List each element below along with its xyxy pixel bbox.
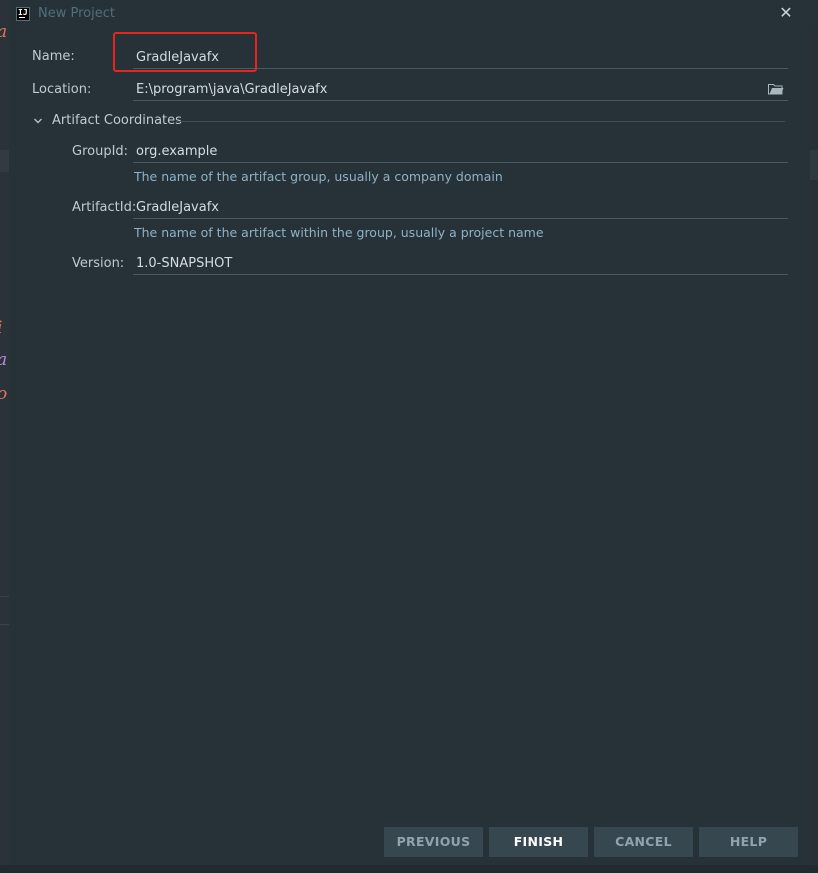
chevron-down-icon <box>34 118 42 124</box>
location-input[interactable]: E:\program\java\GradleJavafx <box>133 79 788 101</box>
folder-icon[interactable] <box>768 83 784 95</box>
background-line-highlight <box>0 150 9 172</box>
previous-button[interactable]: PREVIOUS <box>384 827 483 857</box>
finish-button[interactable]: FINISH <box>489 827 588 857</box>
background-editor-strip: a i a o <box>0 0 9 873</box>
background-divider <box>0 596 9 597</box>
artifact-id-hint: The name of the artifact within the grou… <box>134 225 544 240</box>
artifact-id-label: ArtifactId: <box>72 200 137 215</box>
section-divider <box>176 121 785 122</box>
background-code-fragment: a <box>0 22 7 42</box>
name-label: Name: <box>32 49 75 64</box>
title-bar[interactable]: IJ New Project ✕ <box>9 0 810 28</box>
help-button[interactable]: HELP <box>699 827 798 857</box>
background-right-strip <box>809 26 818 866</box>
cancel-button[interactable]: CANCEL <box>594 827 693 857</box>
close-icon[interactable]: ✕ <box>777 4 795 22</box>
group-id-label: GroupId: <box>72 144 129 159</box>
name-input[interactable]: GradleJavafx <box>133 47 788 69</box>
background-bottom-strip <box>0 865 818 873</box>
group-id-hint: The name of the artifact group, usually … <box>134 169 503 184</box>
group-id-input[interactable]: org.example <box>133 141 788 163</box>
location-label: Location: <box>32 82 92 97</box>
background-scroll-thumb <box>810 150 818 180</box>
artifact-coordinates-label: Artifact Coordinates <box>52 113 182 128</box>
version-input[interactable]: 1.0-SNAPSHOT <box>133 253 788 275</box>
background-code-fragment: i <box>0 318 2 338</box>
background-code-fragment: a <box>0 350 7 370</box>
intellij-idea-icon: IJ <box>16 7 30 21</box>
new-project-dialog: IJ New Project ✕ Name: GradleJavafx Loca… <box>9 0 810 865</box>
background-divider <box>0 624 9 625</box>
artifact-id-input[interactable]: GradleJavafx <box>133 197 788 219</box>
version-label: Version: <box>72 256 125 271</box>
dialog-title: New Project <box>38 6 115 21</box>
background-code-fragment: o <box>0 384 7 404</box>
